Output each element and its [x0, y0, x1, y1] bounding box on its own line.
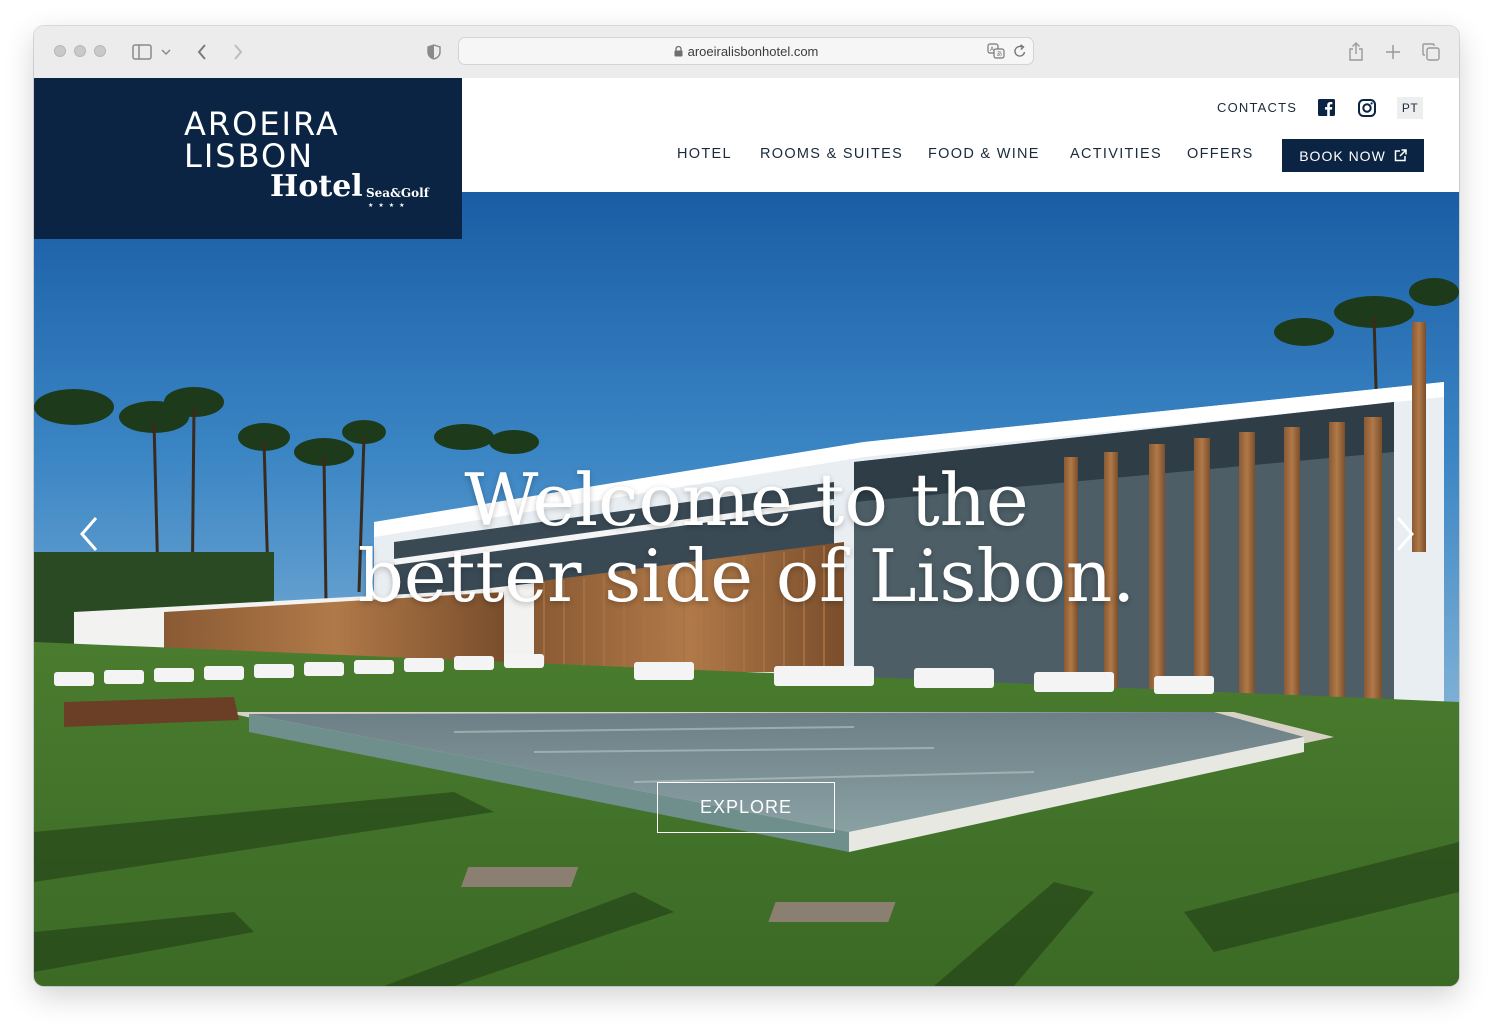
- book-now-button[interactable]: BOOK NOW: [1282, 139, 1424, 172]
- zoom-window-button[interactable]: [94, 45, 106, 57]
- logo-tagline: Sea&Golf: [366, 186, 429, 200]
- share-icon[interactable]: [1344, 40, 1368, 64]
- logo-line1: AROEIRA: [184, 105, 340, 143]
- carousel-prev-icon[interactable]: [76, 514, 104, 554]
- book-now-label: BOOK NOW: [1299, 147, 1386, 164]
- nav-hotel[interactable]: HOTEL: [677, 146, 732, 162]
- nav-offers[interactable]: OFFERS: [1187, 146, 1254, 162]
- chevron-down-icon[interactable]: [158, 40, 174, 64]
- browser-window: aroeiralisbonhotel.com Aあ Welcome to the…: [34, 26, 1459, 986]
- url-text: aroeiralisbonhotel.com: [687, 44, 819, 59]
- hero-title-line1: Welcome to the: [464, 458, 1029, 542]
- nav-activities[interactable]: ACTIVITIES: [1070, 146, 1162, 162]
- external-link-icon: [1394, 149, 1407, 162]
- facebook-icon[interactable]: [1318, 99, 1335, 121]
- language-switch[interactable]: PT: [1397, 97, 1423, 119]
- lock-icon: [674, 45, 683, 60]
- hero-title-line2: better side of Lisbon.: [357, 534, 1136, 618]
- contacts-link[interactable]: CONTACTS: [1217, 100, 1297, 120]
- carousel-next-icon[interactable]: [1390, 514, 1418, 554]
- site-logo[interactable]: AROEIRA LISBON Hotel Sea&Golf ★★★★: [34, 78, 462, 239]
- nav-rooms-suites[interactable]: ROOMS & SUITES: [760, 146, 903, 162]
- web-page: Welcome to the better side of Lisbon. EX…: [34, 78, 1459, 986]
- address-bar[interactable]: aroeiralisbonhotel.com Aあ: [458, 37, 1034, 65]
- forward-icon[interactable]: [226, 40, 250, 64]
- explore-button[interactable]: EXPLORE: [657, 782, 835, 833]
- close-window-button[interactable]: [54, 45, 66, 57]
- logo-line2: LISBON: [184, 137, 315, 175]
- translate-icon[interactable]: Aあ: [987, 43, 1005, 64]
- hero-section: Welcome to the better side of Lisbon. EX…: [34, 192, 1459, 986]
- svg-text:あ: あ: [997, 51, 1003, 58]
- shield-icon[interactable]: [422, 40, 446, 64]
- new-tab-icon[interactable]: [1381, 40, 1405, 64]
- minimize-window-button[interactable]: [74, 45, 86, 57]
- hero-title: Welcome to the better side of Lisbon.: [34, 462, 1459, 614]
- nav-food-wine[interactable]: FOOD & WINE: [928, 146, 1040, 162]
- sidebar-icon[interactable]: [130, 40, 154, 64]
- tabs-overview-icon[interactable]: [1419, 40, 1443, 64]
- back-icon[interactable]: [190, 40, 214, 64]
- logo-stars: ★★★★: [368, 203, 410, 209]
- instagram-icon[interactable]: [1358, 99, 1376, 122]
- reload-icon[interactable]: [1013, 43, 1027, 64]
- logo-hotel: Hotel: [270, 169, 363, 204]
- browser-toolbar: aroeiralisbonhotel.com Aあ: [34, 26, 1459, 79]
